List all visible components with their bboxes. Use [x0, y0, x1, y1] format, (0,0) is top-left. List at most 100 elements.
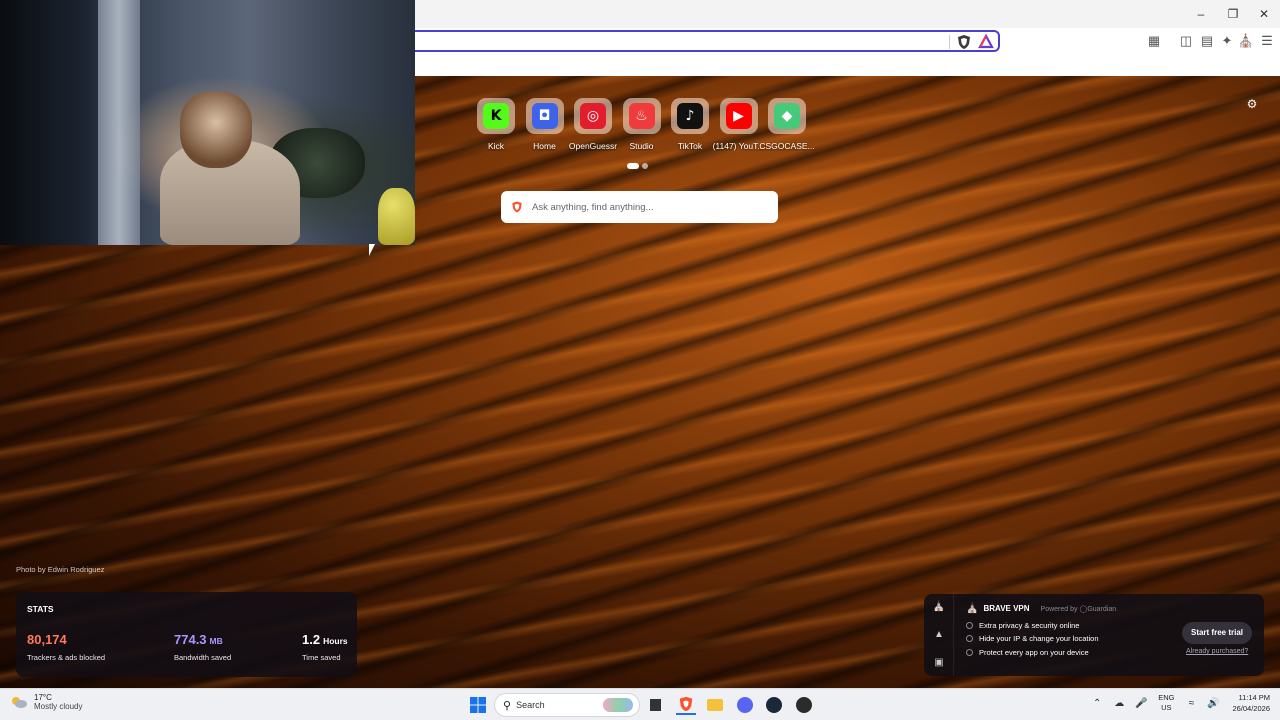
clock-time: 11:14 PM	[1238, 693, 1270, 702]
address-bar-divider	[949, 35, 950, 49]
onedrive-icon[interactable]: ☁	[1111, 695, 1127, 711]
top-site-tile[interactable]: K	[477, 98, 515, 134]
widget-switcher: ⛪ ▲ ▣	[924, 594, 954, 676]
vpn-feature: Extra privacy & security online	[966, 621, 1079, 630]
language-indicator[interactable]: ENG US	[1158, 693, 1174, 713]
top-sites-pager	[627, 163, 648, 169]
browser-toolbar: ▦ ◫ ▤ ✦ ⛪ ☰	[415, 28, 1280, 76]
trackers-value: 80,174	[27, 632, 67, 647]
photo-credit[interactable]: Photo by Edwin Rodriguez	[16, 565, 104, 574]
pager-dot-active[interactable]	[627, 163, 639, 169]
stat-trackers: 80,174 Trackers & ads blocked	[27, 631, 105, 662]
brave-vpn-widget: ⛪ ▲ ▣ ⛪ BRAVE VPN Powered by ◯Guardian E…	[924, 594, 1264, 676]
rewards-tab-icon[interactable]: ▲	[932, 629, 946, 640]
check-icon	[966, 635, 973, 642]
microphone-icon[interactable]: 🎤	[1133, 695, 1149, 711]
tab-search-icon[interactable]: ▦	[1145, 32, 1163, 50]
weather-desc: Mostly cloudy	[34, 702, 83, 711]
start-button[interactable]	[468, 695, 488, 715]
csgocase-icon: ◆	[774, 103, 800, 129]
top-site-shortcut[interactable]: ◆ CSGOCASE...	[759, 98, 815, 151]
taskbar-search-label: Search	[516, 700, 545, 710]
top-site-shortcut[interactable]: ◎ OpenGuessr	[569, 98, 617, 151]
menu-icon[interactable]: ☰	[1258, 32, 1276, 50]
vpn-feature: Hide your IP & change your location	[966, 634, 1099, 643]
top-site-tile[interactable]: ▶	[719, 98, 758, 134]
check-icon	[966, 649, 973, 656]
system-tray: ⌃ ☁ 🎤 ENG US ≈ 🔊 11:14 PM 26/04/2026	[1086, 692, 1270, 714]
mouse-cursor	[369, 244, 375, 256]
search-input[interactable]	[532, 201, 762, 213]
app-icon	[796, 697, 812, 713]
pager-dot[interactable]	[642, 163, 648, 169]
folder-icon	[707, 699, 723, 711]
top-site-shortcut[interactable]: ♨ Studio	[618, 98, 666, 151]
stat-time: 1.2 Hours Time saved	[302, 631, 348, 662]
vpn-logo-icon: ⛪	[966, 603, 979, 614]
already-purchased-link[interactable]: Already purchased?	[1186, 648, 1248, 655]
talk-tab-icon[interactable]: ▣	[932, 657, 946, 668]
top-site-shortcut[interactable]: ◘ Home	[521, 98, 569, 151]
vpn-feature: Protect every app on your device	[966, 648, 1089, 657]
windows-taskbar: 17°C Mostly cloudy ⚲ Search ⌃ ☁ 🎤 ENG US…	[0, 688, 1280, 720]
close-button[interactable]: ✕	[1254, 4, 1274, 24]
tiktok-icon: ♪	[677, 103, 703, 129]
bandwidth-value: 774.3	[174, 632, 207, 647]
leo-ai-icon[interactable]: ✦	[1218, 32, 1236, 50]
start-free-trial-button[interactable]: Start free trial	[1182, 622, 1252, 644]
top-site-tile[interactable]: ◆	[768, 98, 806, 134]
home-icon: ◘	[531, 103, 558, 129]
vpn-header: ⛪ BRAVE VPN Powered by ◯Guardian	[966, 603, 1116, 614]
trackers-caption: Trackers & ads blocked	[27, 653, 106, 662]
brave-rewards-icon[interactable]	[977, 33, 995, 51]
weather-widget[interactable]: 17°C Mostly cloudy	[10, 693, 82, 711]
weather-temp: 17°C	[34, 693, 52, 702]
windows-icon	[470, 697, 486, 713]
taskbar-steam[interactable]	[764, 695, 784, 715]
clock-date: 26/04/2026	[1232, 704, 1270, 713]
show-hidden-icons-chevron-icon[interactable]: ⌃	[1089, 695, 1105, 711]
bandwidth-unit: MB	[209, 636, 223, 646]
top-site-tile[interactable]: ♨	[622, 98, 661, 134]
minimize-button[interactable]: –	[1191, 4, 1211, 24]
task-view-icon	[649, 699, 661, 711]
vpn-shield-icon[interactable]: ⛪	[1237, 32, 1255, 50]
wifi-icon[interactable]: ≈	[1183, 695, 1199, 711]
brave-shields-icon[interactable]	[955, 33, 973, 51]
check-icon	[966, 622, 973, 629]
clock[interactable]: 11:14 PM 26/04/2026	[1232, 692, 1270, 714]
browser-titlebar: – ❐ ✕	[415, 0, 1280, 28]
restore-button[interactable]: ❐	[1223, 4, 1243, 24]
webcam-curtain	[98, 0, 140, 245]
taskbar-file-explorer[interactable]	[705, 695, 725, 715]
customize-settings-icon[interactable]: ⚙	[1245, 97, 1259, 111]
studio-icon: ♨	[628, 103, 655, 129]
time-value: 1.2	[302, 632, 321, 647]
time-caption: Time saved	[302, 653, 341, 662]
top-site-shortcut[interactable]: ♪ TikTok	[666, 98, 714, 151]
top-site-tile[interactable]: ◎	[574, 98, 612, 134]
taskbar-search[interactable]: ⚲ Search	[494, 693, 640, 717]
vpn-tab-icon[interactable]: ⛪	[932, 601, 946, 612]
address-bar[interactable]	[415, 30, 1000, 52]
volume-icon[interactable]: 🔊	[1205, 695, 1221, 711]
taskbar-app[interactable]	[794, 695, 814, 715]
top-site-shortcut[interactable]: K Kick	[472, 98, 520, 151]
taskbar-brave[interactable]	[676, 695, 696, 715]
sidebar-icon[interactable]: ◫	[1177, 32, 1195, 50]
top-site-shortcut[interactable]: ▶ (1147) YouT...	[713, 98, 764, 151]
stat-bandwidth: 774.3 MB Bandwidth saved	[174, 631, 231, 662]
task-view-button[interactable]	[645, 695, 665, 715]
wallet-icon[interactable]: ▤	[1198, 32, 1216, 50]
kick-icon: K	[483, 103, 509, 129]
brave-browser-icon	[679, 696, 693, 712]
youtube-icon: ▶	[725, 103, 752, 129]
top-site-label: CSGOCASE...	[759, 141, 815, 151]
brave-search-icon	[512, 201, 522, 213]
steam-icon	[766, 697, 782, 713]
top-site-tile[interactable]: ♪	[671, 98, 709, 134]
top-site-tile[interactable]: ◘	[525, 98, 564, 134]
new-tab-search[interactable]	[501, 191, 778, 223]
taskbar-discord[interactable]	[735, 695, 755, 715]
stats-title: STATS	[27, 604, 54, 614]
